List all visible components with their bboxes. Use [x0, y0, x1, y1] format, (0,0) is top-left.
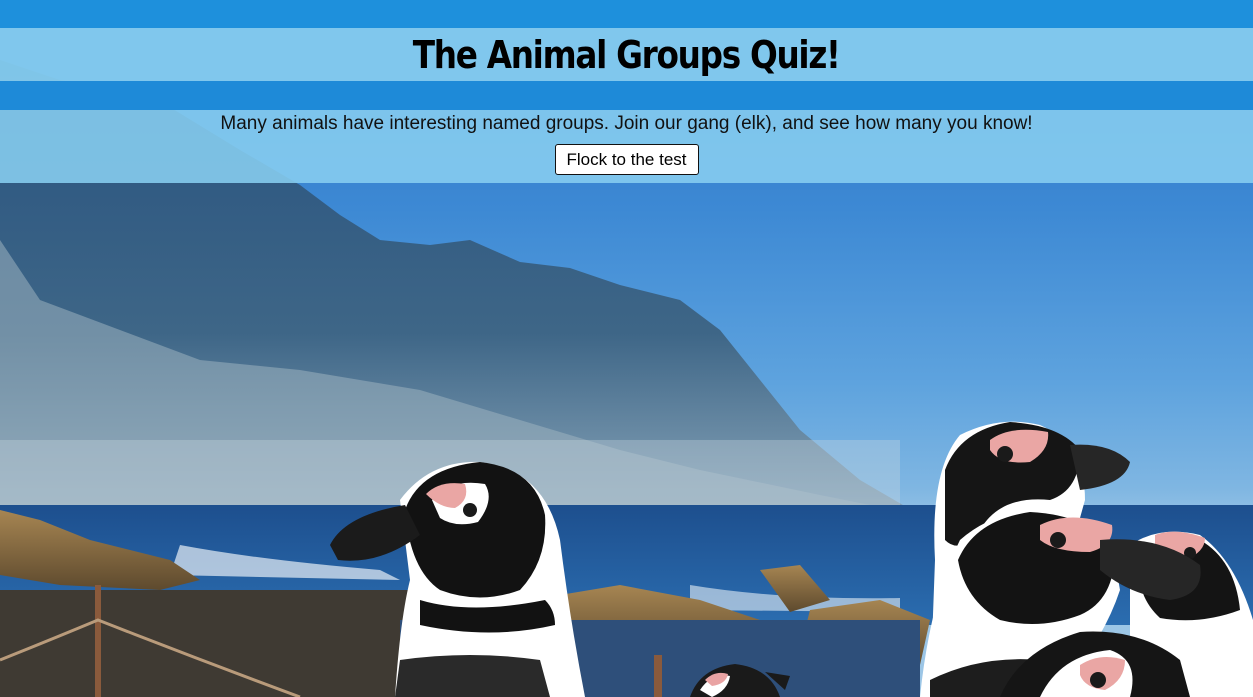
start-quiz-button[interactable]: Flock to the test: [554, 144, 699, 175]
intro-text: Many animals have interesting named grou…: [220, 113, 1033, 134]
top-color-strip: [0, 0, 1253, 28]
divider-strip: [0, 81, 1253, 110]
intro-section: Many animals have interesting named grou…: [0, 110, 1253, 183]
title-banner: The Animal Groups Quiz!: [0, 28, 1253, 81]
page-title: The Animal Groups Quiz!: [413, 32, 841, 77]
